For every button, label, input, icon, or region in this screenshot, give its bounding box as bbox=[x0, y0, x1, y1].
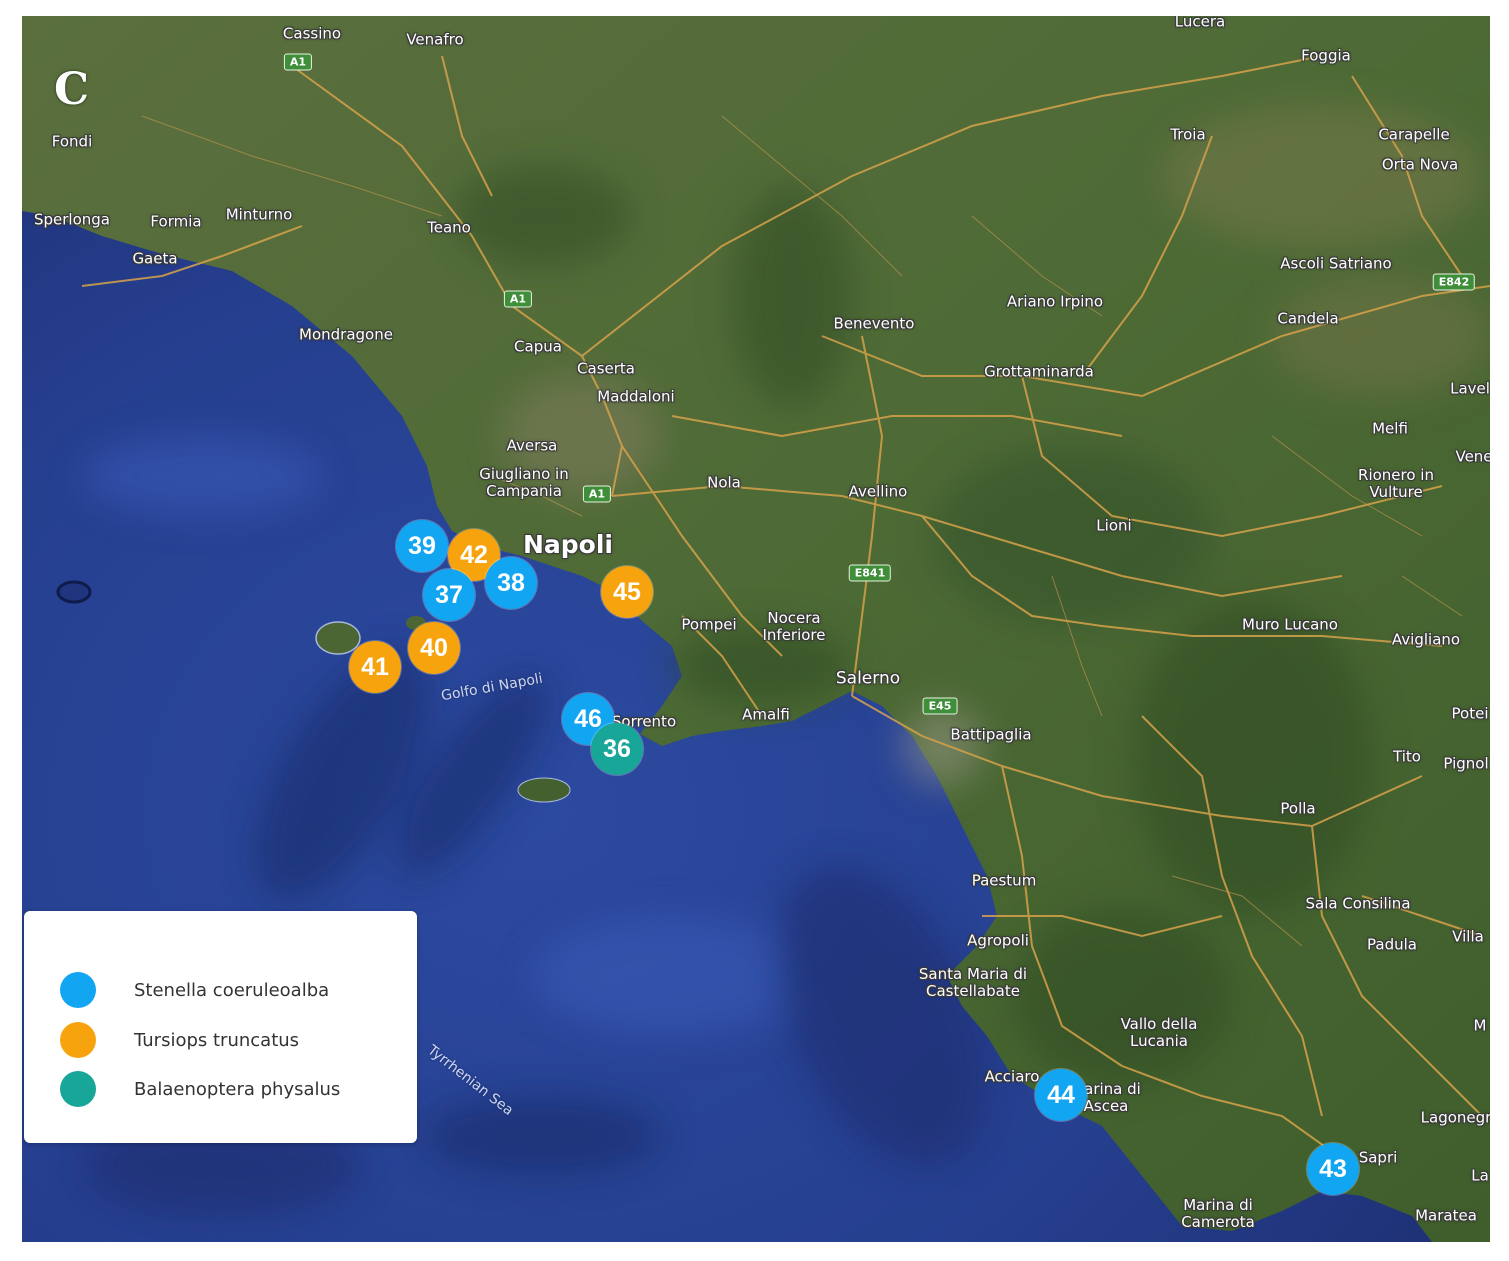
place-label-tito: Tito bbox=[1393, 747, 1421, 766]
place-label-nola: Nola bbox=[707, 473, 741, 492]
place-label-polla: Polla bbox=[1280, 799, 1316, 818]
place-label-m: M bbox=[1473, 1016, 1487, 1035]
sighting-marker-38[interactable]: 38 bbox=[485, 557, 537, 609]
place-label-lagonegr: Lagonegr bbox=[1420, 1108, 1490, 1127]
place-label-aversa: Aversa bbox=[506, 436, 558, 455]
legend-item-balaenoptera: Balaenoptera physalus bbox=[24, 1069, 340, 1109]
place-label-maddaloni: Maddaloni bbox=[597, 387, 675, 406]
place-label-minturno: Minturno bbox=[225, 205, 293, 224]
island-ventotene bbox=[56, 580, 92, 604]
road-shield-a1: A1 bbox=[503, 290, 533, 308]
place-label-rionero: Rionero in Vulture bbox=[1358, 466, 1434, 501]
place-label-salerno: Salerno bbox=[835, 668, 901, 689]
legend-item-stenella: Stenella coeruleoalba bbox=[24, 970, 329, 1010]
sighting-marker-41[interactable]: 41 bbox=[349, 641, 401, 693]
place-label-cassino: Cassino bbox=[282, 24, 342, 43]
place-label-ascoli-satriano: Ascoli Satriano bbox=[1280, 254, 1392, 273]
place-label-lavel: Lavel bbox=[1450, 379, 1490, 398]
road-shield-e842: E842 bbox=[1432, 273, 1476, 291]
place-label-amalfi: Amalfi bbox=[742, 705, 790, 724]
place-label-foggia: Foggia bbox=[1301, 46, 1351, 65]
place-label-mondragone: Mondragone bbox=[299, 325, 393, 344]
panel-label: C bbox=[54, 64, 90, 115]
road-shield-e45: E45 bbox=[922, 697, 958, 715]
place-label-padula: Padula bbox=[1367, 935, 1417, 954]
place-label-troia: Troia bbox=[1170, 125, 1206, 144]
place-label-santa-maria-di-castellabate: Santa Maria di Castellabate bbox=[918, 965, 1028, 1000]
place-label-orta-nova: Orta Nova bbox=[1381, 155, 1459, 174]
legend-label-balaenoptera: Balaenoptera physalus bbox=[134, 1078, 341, 1100]
place-label-sala-consilina: Sala Consilina bbox=[1305, 894, 1411, 913]
place-label-potei: Potei bbox=[1451, 704, 1489, 723]
sighting-marker-39[interactable]: 39 bbox=[396, 520, 448, 572]
place-label-agropoli: Agropoli bbox=[967, 931, 1029, 950]
place-label-sapri: Sapri bbox=[1358, 1148, 1398, 1167]
place-label-pompei: Pompei bbox=[681, 615, 737, 634]
place-label-avellino: Avellino bbox=[848, 482, 908, 501]
place-label-paestum: Paestum bbox=[971, 871, 1037, 890]
sighting-marker-45[interactable]: 45 bbox=[601, 566, 653, 618]
place-label-la: La bbox=[1471, 1166, 1489, 1185]
place-label-sperlonga: Sperlonga bbox=[33, 210, 111, 229]
place-label-avigliano: Avigliano bbox=[1391, 630, 1461, 649]
place-label-giugliano: Giugliano in Campania bbox=[479, 465, 569, 500]
place-label-acciaro: Acciaro bbox=[984, 1067, 1040, 1086]
place-label-maratea: Maratea bbox=[1415, 1206, 1477, 1225]
place-label-capua: Capua bbox=[514, 337, 562, 356]
place-label-nocera-inferiore: Nocera Inferiore bbox=[762, 609, 826, 644]
legend-label-tursiops: Tursiops truncatus bbox=[134, 1029, 300, 1051]
sighting-marker-37[interactable]: 37 bbox=[423, 569, 475, 621]
place-label-melfi: Melfi bbox=[1372, 419, 1408, 438]
road-shield-a1: A1 bbox=[582, 485, 612, 503]
place-label-villa: Villa bbox=[1452, 927, 1484, 946]
place-label-formia: Formia bbox=[150, 212, 202, 231]
sighting-marker-40[interactable]: 40 bbox=[408, 622, 460, 674]
island-ischia bbox=[315, 621, 361, 655]
legend-dot-tursiops bbox=[60, 1022, 96, 1058]
road-shield-e841: E841 bbox=[848, 564, 892, 582]
place-label-lucera: Lucera bbox=[1174, 16, 1226, 31]
place-label-pignol: Pignol bbox=[1443, 754, 1489, 773]
place-label-benevento: Benevento bbox=[833, 314, 915, 333]
place-label-marina-di-camerota: Marina di Camerota bbox=[1181, 1196, 1255, 1231]
place-label-napoli: Napoli bbox=[522, 530, 614, 559]
place-label-caserta: Caserta bbox=[577, 359, 635, 378]
island-capri bbox=[517, 777, 571, 803]
legend-item-tursiops: Tursiops truncatus bbox=[24, 1020, 299, 1060]
legend-dot-balaenoptera bbox=[60, 1071, 96, 1107]
place-label-candela: Candela bbox=[1277, 309, 1339, 328]
place-label-gaeta: Gaeta bbox=[132, 249, 178, 268]
sighting-marker-44[interactable]: 44 bbox=[1035, 1069, 1087, 1121]
place-label-fondi: Fondi bbox=[51, 132, 93, 151]
legend-label-stenella: Stenella coeruleoalba bbox=[134, 979, 330, 1001]
place-label-battipaglia: Battipaglia bbox=[950, 725, 1032, 744]
place-label-teano: Teano bbox=[427, 218, 471, 237]
sighting-marker-43[interactable]: 43 bbox=[1307, 1143, 1359, 1195]
place-label-lioni: Lioni bbox=[1096, 516, 1132, 535]
place-label-vallo-della-lucania: Vallo della Lucania bbox=[1120, 1015, 1198, 1050]
place-label-grottaminarda: Grottaminarda bbox=[984, 362, 1094, 381]
place-label-venafro: Venafro bbox=[406, 30, 464, 49]
species-legend: Stenella coeruleoalba Tursiops truncatus… bbox=[24, 911, 417, 1143]
sighting-marker-36[interactable]: 36 bbox=[591, 723, 643, 775]
place-label-carapelle: Carapelle bbox=[1378, 125, 1450, 144]
place-label-muro-lucano: Muro Lucano bbox=[1242, 615, 1338, 634]
legend-dot-stenella bbox=[60, 972, 96, 1008]
road-shield-a1: A1 bbox=[283, 53, 313, 71]
place-label-vene: Vene bbox=[1455, 447, 1490, 466]
place-label-ariano-irpino: Ariano Irpino bbox=[1006, 292, 1104, 311]
